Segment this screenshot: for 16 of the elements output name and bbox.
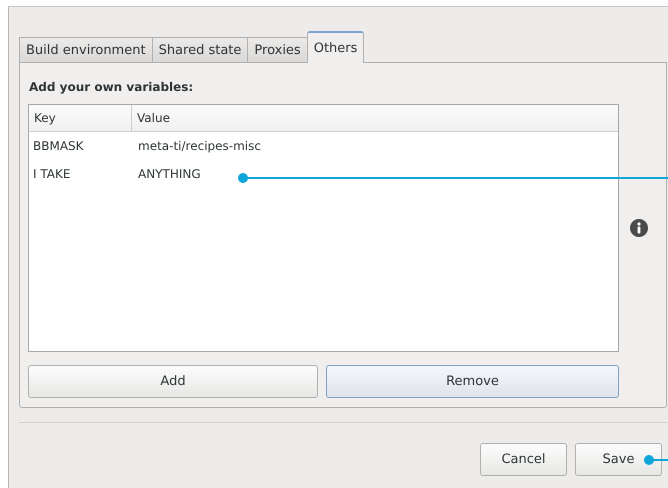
table-cell-text: meta-ti/recipes-misc — [137, 139, 261, 153]
save-button[interactable]: Save — [575, 443, 662, 476]
tab[interactable]: Build environment — [19, 37, 153, 63]
table-cell-text: I TAKE — [32, 167, 72, 181]
tab[interactable]: Proxies — [247, 37, 308, 63]
remove-button[interactable]: Remove — [326, 365, 619, 398]
tab[interactable]: Others — [306, 31, 364, 63]
add-button[interactable]: Add — [28, 365, 318, 398]
info-icon[interactable] — [630, 219, 648, 237]
table-cell-text: ANYTHING — [137, 167, 201, 181]
cancel-button[interactable]: Cancel — [480, 443, 567, 476]
column-header[interactable]: Key — [29, 105, 132, 131]
tab[interactable]: Shared state — [152, 37, 248, 63]
column-header[interactable]: Value — [132, 105, 618, 131]
table-cell-text: BBMASK — [32, 139, 85, 153]
section-label: Add your own variables: — [29, 80, 194, 94]
